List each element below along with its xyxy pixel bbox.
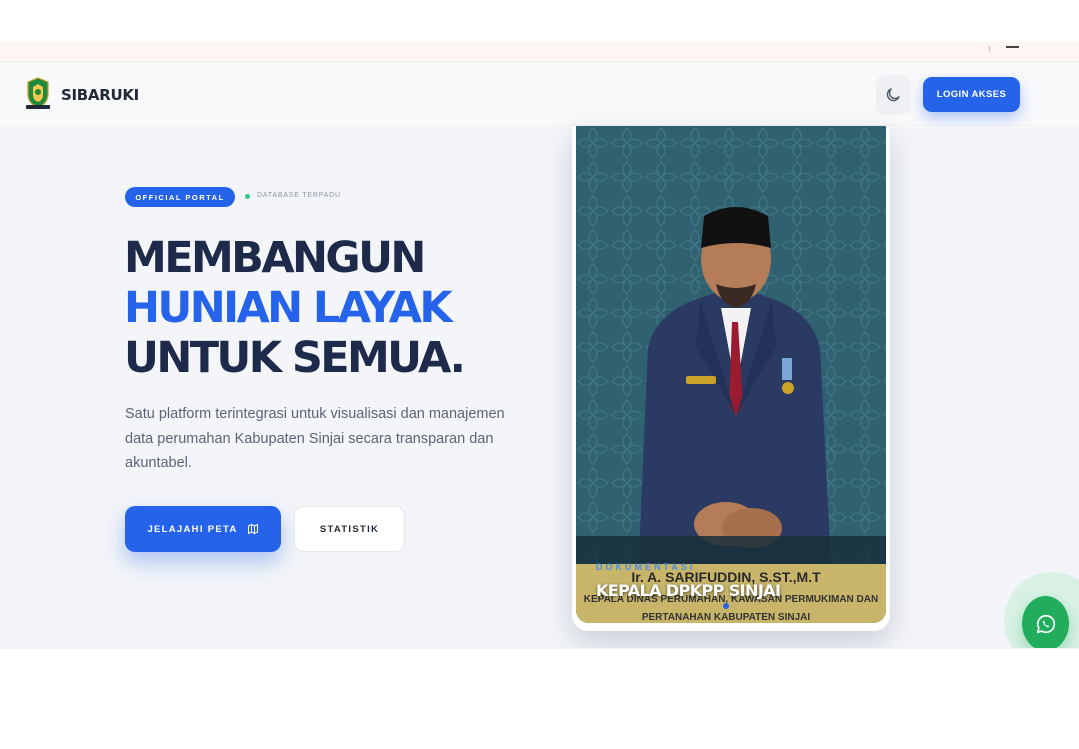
photo-caption-label: DOKUMENTASI — [596, 562, 696, 572]
hero-description: Satu platform terintegrasi untuk visuali… — [125, 406, 505, 471]
headline-line-2: HUNIAN LAYAK — [124, 283, 453, 333]
logo-icon[interactable] — [25, 77, 51, 110]
nameplate-line-3: PERTANAHAN KABUPATEN SINJAI — [642, 612, 811, 623]
explore-map-button[interactable]: JELAJAHI PETA — [125, 506, 281, 552]
moon-icon — [886, 88, 900, 102]
official-photo: Ir. A. SARIFUDDIN, S.ST.,M.T KEPALA DINA… — [576, 126, 886, 623]
status-dot — [245, 194, 250, 199]
login-button[interactable]: LOGIN AKSES — [923, 77, 1020, 112]
photo-caption-name: KEPALA DPKPP SINJAI — [596, 581, 781, 600]
navbar: SIBARUKI LOGIN AKSES — [0, 62, 1079, 126]
theme-toggle-button[interactable] — [876, 75, 910, 115]
hero-headline: MEMBANGUN HUNIAN LAYAK UNTUK SEMUA. — [124, 233, 466, 383]
whatsapp-button[interactable] — [1022, 596, 1069, 651]
explore-map-label: JELAJAHI PETA — [147, 523, 238, 535]
whatsapp-icon — [1036, 614, 1055, 633]
brand-name[interactable]: SIBARUKI — [61, 86, 139, 104]
map-icon — [247, 524, 258, 534]
top-strip — [0, 42, 1079, 62]
minimize-dash-icon[interactable] — [1006, 46, 1019, 48]
content-below-fold — [0, 648, 1079, 749]
headline-line-1: MEMBANGUN — [124, 233, 426, 283]
official-portal-badge: OFFICIAL PORTAL — [125, 187, 235, 207]
database-label: DATABASE TERPADU — [257, 192, 341, 199]
statistics-button[interactable]: STATISTIK — [294, 506, 405, 552]
photo-card: Ir. A. SARIFUDDIN, S.ST.,M.T KEPALA DINA… — [572, 126, 890, 631]
strip-tick — [989, 46, 990, 52]
headline-line-3: UNTUK SEMUA. — [124, 333, 466, 383]
